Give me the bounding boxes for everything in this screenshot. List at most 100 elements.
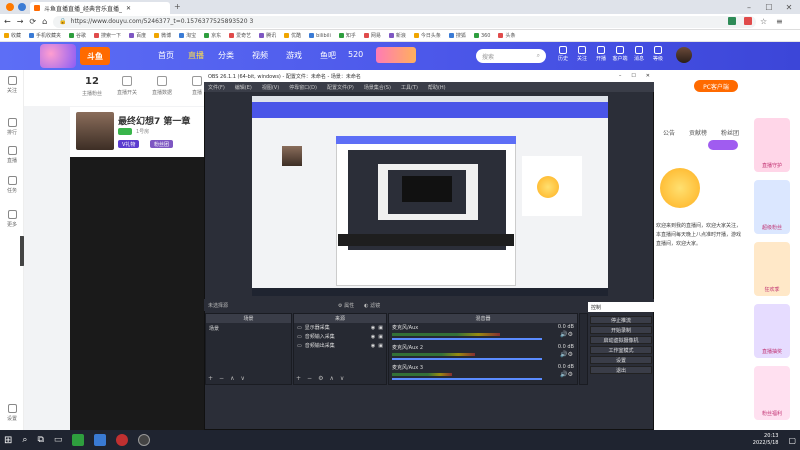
bookmark-item[interactable]: bilibili bbox=[309, 33, 331, 39]
search-input[interactable]: 搜索 ⌕ bbox=[476, 49, 546, 63]
sidebar-item-4[interactable]: 更多 bbox=[0, 210, 24, 228]
video-area[interactable] bbox=[70, 157, 210, 430]
control-button-2[interactable]: 启动虚拟摄像机 bbox=[590, 336, 652, 344]
control-button-5[interactable]: 退出 bbox=[590, 366, 652, 374]
source-down-icon[interactable]: ∨ bbox=[340, 375, 344, 382]
obs-menu-item-0[interactable]: 文件(F) bbox=[208, 84, 225, 91]
bookmark-item[interactable]: 腾讯 bbox=[259, 32, 276, 39]
tab-close-icon[interactable]: ✕ bbox=[126, 5, 131, 12]
file-explorer-icon[interactable]: ▭ bbox=[54, 435, 63, 445]
obs-menu-item-2[interactable]: 视图(V) bbox=[262, 84, 279, 91]
event-badge-icon[interactable] bbox=[40, 44, 76, 68]
obs-menu-item-4[interactable]: 配置文件(P) bbox=[327, 84, 354, 91]
nav-category[interactable]: 分类 bbox=[218, 50, 234, 61]
bookmark-item[interactable]: 新浪 bbox=[388, 32, 406, 39]
bookmark-item[interactable]: 京东 bbox=[204, 32, 221, 39]
promo-card-1[interactable]: 超级粉丝 bbox=[754, 180, 790, 234]
source-up-icon[interactable]: ∧ bbox=[329, 375, 333, 382]
browser-tab[interactable]: 斗鱼直播直播_经典音乐直播_ ✕ bbox=[30, 2, 170, 14]
join-fans-button[interactable] bbox=[708, 140, 738, 150]
obs-menu-item-5[interactable]: 场景集合(S) bbox=[364, 84, 391, 91]
address-bar[interactable]: 🔒 https://www.douyu.com/5246377_t=0.1576… bbox=[53, 15, 756, 28]
remove-scene-icon[interactable]: − bbox=[219, 375, 224, 382]
obs-menu-item-1[interactable]: 编辑(E) bbox=[235, 84, 252, 91]
tab-notice[interactable]: 公告 bbox=[663, 128, 675, 137]
lock-icon[interactable]: ▣ bbox=[378, 343, 383, 349]
header-icon-2[interactable]: 开播 bbox=[592, 46, 610, 62]
back-icon[interactable]: ← bbox=[4, 17, 11, 26]
bookmark-item[interactable]: 优酷 bbox=[284, 32, 301, 39]
bookmark-item[interactable]: 百度 bbox=[129, 32, 146, 39]
sidebar-item-0[interactable]: 关注 bbox=[0, 76, 24, 94]
add-source-icon[interactable]: + bbox=[296, 375, 301, 382]
add-scene-icon[interactable]: + bbox=[208, 375, 213, 382]
reload-icon[interactable]: ⟳ bbox=[29, 17, 36, 26]
tab-fans[interactable]: 粉丝团 bbox=[721, 128, 739, 137]
promo-card-2[interactable]: 狂欢季 bbox=[754, 242, 790, 296]
sidebar-item-2[interactable]: 直播 bbox=[0, 146, 24, 164]
close-window-icon[interactable]: ✕ bbox=[780, 0, 798, 14]
scene-item[interactable]: 场景 bbox=[206, 323, 291, 334]
menu-icon[interactable]: ≡ bbox=[776, 17, 783, 26]
nav-home[interactable]: 首页 bbox=[158, 50, 174, 61]
app-icon-red[interactable] bbox=[116, 434, 129, 446]
volume-slider[interactable] bbox=[392, 378, 542, 380]
source-item-1[interactable]: ▭ 音频输入采集 ◉ ▣ bbox=[294, 332, 386, 341]
bookmark-item[interactable]: 头条 bbox=[498, 32, 516, 39]
tab-contrib[interactable]: 贡献榜 bbox=[689, 128, 707, 137]
taskbar-search-icon[interactable]: ⌕ bbox=[22, 435, 27, 445]
obs-minimize-icon[interactable]: – bbox=[619, 73, 622, 79]
browser-logo-icon[interactable] bbox=[6, 3, 14, 11]
source-settings-icon[interactable]: ⚙ bbox=[318, 375, 323, 382]
fan-badge[interactable]: 粉丝团 bbox=[150, 140, 174, 148]
bookmark-item[interactable]: 收藏 bbox=[4, 32, 21, 39]
control-button-1[interactable]: 开始录制 bbox=[590, 326, 652, 334]
bookmark-item[interactable]: 知乎 bbox=[338, 32, 356, 39]
home-icon[interactable]: ⌂ bbox=[42, 17, 47, 26]
sidebar-item-5[interactable]: 设置 bbox=[0, 404, 24, 422]
source-item-2[interactable]: ▭ 音频输出采集 ◉ ▣ bbox=[294, 341, 386, 350]
mute-icon[interactable]: 🔊⚙ bbox=[560, 371, 573, 378]
obs-close-icon[interactable]: ✕ bbox=[646, 73, 650, 79]
header-icon-1[interactable]: 关注 bbox=[573, 46, 591, 62]
nav-game[interactable]: 游戏 bbox=[286, 50, 302, 61]
eye-icon[interactable]: ◉ bbox=[371, 334, 375, 340]
header-icon-4[interactable]: 消息 bbox=[630, 46, 648, 62]
user-avatar[interactable] bbox=[676, 47, 692, 63]
bookmark-item[interactable]: 今日头条 bbox=[413, 32, 441, 39]
bookmark-item[interactable]: 网易 bbox=[363, 32, 381, 39]
nav-live[interactable]: 直播 bbox=[188, 50, 204, 61]
eye-icon[interactable]: ◉ bbox=[371, 325, 375, 331]
maximize-icon[interactable]: ☐ bbox=[760, 0, 778, 14]
properties-button[interactable]: ⚙ 属性 bbox=[338, 302, 354, 309]
obs-menu-item-7[interactable]: 帮助(H) bbox=[428, 84, 446, 91]
clock[interactable]: 20:13 2022/5/18 bbox=[753, 433, 779, 447]
scene-down-icon[interactable]: ∨ bbox=[240, 375, 244, 382]
mute-icon[interactable]: 🔊⚙ bbox=[560, 331, 573, 338]
new-tab-icon[interactable]: + bbox=[174, 2, 181, 11]
header-icon-0[interactable]: 历史 bbox=[554, 46, 572, 62]
obs-maximize-icon[interactable]: ☐ bbox=[631, 73, 635, 79]
pc-client-button[interactable]: PC客户端 bbox=[694, 80, 738, 92]
bookmark-item[interactable]: 搜狐 bbox=[448, 32, 466, 39]
stat-item-0[interactable]: 12 主播粉丝 bbox=[74, 76, 110, 97]
eye-icon[interactable]: ◉ bbox=[371, 343, 375, 349]
extension-icon-2[interactable] bbox=[744, 17, 752, 25]
bookmark-item[interactable]: 微博 bbox=[154, 32, 171, 39]
bookmark-item[interactable]: 爱奇艺 bbox=[229, 32, 251, 39]
control-button-4[interactable]: 设置 bbox=[590, 356, 652, 364]
app-icon-blue[interactable] bbox=[94, 434, 107, 446]
bookmark-item[interactable]: 谷歌 bbox=[69, 32, 86, 39]
obs-menu-item-6[interactable]: 工具(T) bbox=[401, 84, 418, 91]
nav-fishbar[interactable]: 鱼吧 bbox=[320, 50, 336, 61]
minimize-icon[interactable]: – bbox=[740, 0, 758, 14]
control-button-0[interactable]: 停止推流 bbox=[590, 316, 652, 324]
obs-menu-item-3[interactable]: 停靠窗口(D) bbox=[289, 84, 317, 91]
gift-badge[interactable]: V礼物 bbox=[118, 140, 140, 148]
control-button-3[interactable]: 工作室模式 bbox=[590, 346, 652, 354]
obs-preview[interactable] bbox=[252, 96, 608, 296]
extension-icon[interactable] bbox=[728, 17, 736, 25]
filters-button[interactable]: ◐ 滤镜 bbox=[364, 302, 380, 309]
streamer-avatar[interactable] bbox=[76, 112, 114, 150]
lock-icon[interactable]: ▣ bbox=[378, 325, 383, 331]
